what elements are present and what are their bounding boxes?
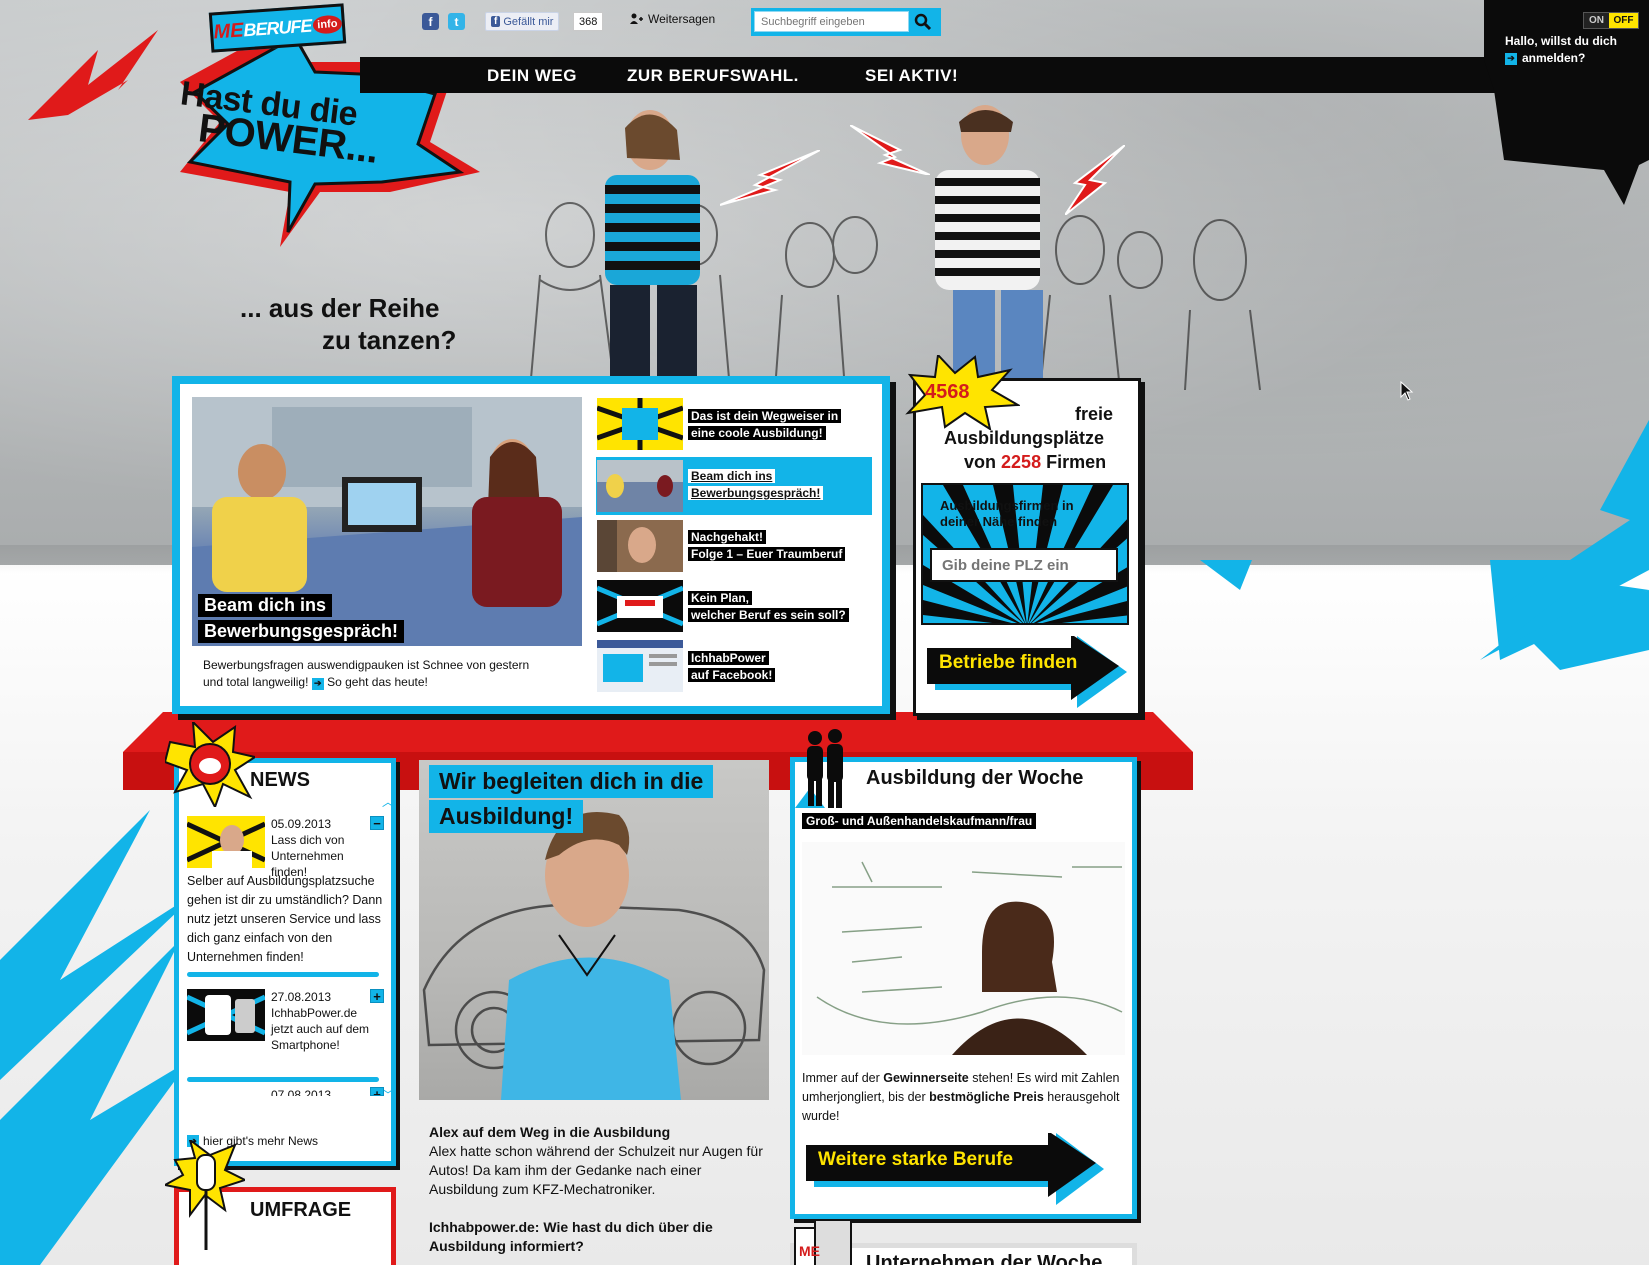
news-divider xyxy=(187,1077,379,1082)
arrow-right-icon: ➔ xyxy=(1505,52,1517,65)
feature-thumb-bewerbung[interactable] xyxy=(597,460,683,512)
feature-link-nachgehakt[interactable]: Nachgehakt! Folge 1 – Euer Traumberuf xyxy=(688,529,846,563)
feature-link-facebook[interactable]: IchhabPower auf Facebook! xyxy=(688,650,776,684)
red-bolt-icon xyxy=(1065,145,1125,215)
news-date: 27.08.2013 xyxy=(271,990,332,1004)
free-places-label-3: von 2258 Firmen xyxy=(964,452,1107,472)
like-count: 368 xyxy=(573,12,604,31)
feature-thumb-nachgehakt[interactable] xyxy=(597,520,683,572)
company-title: Unternehmen der Woche xyxy=(866,1252,1103,1265)
arrow-right-icon: ➔ xyxy=(311,677,324,690)
whiteboard-photo xyxy=(816,861,1123,1055)
facebook-logo-icon: f xyxy=(491,16,501,27)
news-divider xyxy=(187,972,379,977)
mid-article-text: Alex hatte schon während der Schulzeit n… xyxy=(429,1143,763,1197)
news-expand-button[interactable]: + xyxy=(370,989,384,1003)
hero-subline-2: zu tanzen? xyxy=(322,325,457,355)
news-item-3[interactable]: 07.08.2013 xyxy=(271,1087,331,1096)
mid-article-question: Ichhabpower.de: Wie hast du dich über di… xyxy=(429,1219,713,1254)
red-bolt-icon xyxy=(720,150,820,206)
news-megaphone-icon xyxy=(165,722,255,807)
feature-link-wegweiser[interactable]: Das ist dein Wegweiser in eine coole Aus… xyxy=(688,408,842,442)
login-link[interactable]: ➔ anmelden? xyxy=(1505,50,1635,67)
microphone-icon xyxy=(165,1140,245,1250)
company-building-icon: ME xyxy=(794,1220,852,1265)
login-prompt: Hallo, willst du dich ➔ anmelden? xyxy=(1505,33,1635,67)
free-places-label-1: freie xyxy=(1075,404,1114,424)
login-toggle[interactable]: ON OFF xyxy=(1583,12,1639,29)
feature-link-bewerbung[interactable]: Beam dich ins Bewerbungsgespräch! xyxy=(688,468,824,502)
news-collapse-button[interactable]: − xyxy=(370,816,384,830)
nav-zur-berufswahl[interactable]: ZUR BERUFSWAHL. xyxy=(627,66,799,86)
company-count: 2258 xyxy=(1001,452,1042,472)
news-title: NEWS xyxy=(250,769,310,791)
news-thumb-1[interactable] xyxy=(187,816,265,868)
login-bubble xyxy=(1484,0,1649,205)
plz-finder-title: Ausbildungsfirmen in deiner Nähe finden xyxy=(940,498,1074,529)
nav-dein-weg[interactable]: DEIN WEG xyxy=(487,66,577,86)
decorative-bolt-right xyxy=(1480,420,1649,660)
facebook-icon[interactable]: f xyxy=(422,13,439,30)
weitere-berufe-button[interactable]: Weitere starke Berufe xyxy=(806,1131,1106,1210)
feature-link-kein-plan[interactable]: Kein Plan, welcher Beruf es sein soll? xyxy=(688,590,849,624)
mid-heading-line2: Ausbildung! xyxy=(429,800,584,833)
red-bolt-icon xyxy=(850,125,930,175)
hero-subline-1: ... aus der Reihe xyxy=(240,293,440,323)
week-title: Ausbildung der Woche xyxy=(866,767,1084,789)
svg-text:ME: ME xyxy=(799,1243,820,1259)
week-description: Immer auf der Gewinnerseite stehen! Es w… xyxy=(802,1071,1120,1123)
nav-sei-aktiv[interactable]: SEI AKTIV! xyxy=(865,66,958,86)
search-input[interactable] xyxy=(754,11,909,32)
feature-description: Bewerbungsfragen auswendigpauken ist Sch… xyxy=(203,658,530,690)
feature-caption-line1: Beam dich ins xyxy=(198,594,333,617)
news-body: Selber auf Ausbildungsplatzsuche gehen i… xyxy=(187,874,383,964)
news-date: 05.09.2013 xyxy=(271,817,332,831)
plz-input[interactable] xyxy=(930,548,1118,582)
news-date: 07.08.2013 xyxy=(271,1088,332,1096)
people-silhouette-icon xyxy=(795,729,843,808)
facebook-like-button[interactable]: f Gefällt mir xyxy=(485,12,560,31)
free-places-label-2: Ausbildungsplätze xyxy=(944,428,1105,448)
news-thumb-2[interactable] xyxy=(187,989,265,1041)
feature-desc-link[interactable]: So geht das heute! xyxy=(327,675,428,689)
news-item-1[interactable]: 05.09.2013 Lass dich von Unternehmen fin… xyxy=(271,816,361,880)
news-headline: IchhabPower.de jetzt auch auf dem Smartp… xyxy=(271,1006,370,1052)
feature-thumb-kein-plan[interactable] xyxy=(597,580,683,632)
week-job-title[interactable]: Groß- und Außenhandelskaufmann/frau xyxy=(802,813,1037,829)
week-image[interactable] xyxy=(802,842,1125,1055)
main-nav: DEIN WEG ZUR BERUFSWAHL. SEI AKTIV! xyxy=(360,57,1500,93)
mid-article-title[interactable]: Alex auf dem Weg in die Ausbildung xyxy=(429,1124,670,1140)
mid-heading-line1: Wir begleiten dich in die xyxy=(429,765,714,798)
news-item-2[interactable]: 27.08.2013 IchhabPower.de jetzt auch auf… xyxy=(271,989,371,1053)
search-bar xyxy=(751,8,941,36)
scroll-up-icon[interactable]: ︿ xyxy=(382,793,394,810)
news-expand-button[interactable]: + xyxy=(370,1087,384,1096)
search-button[interactable] xyxy=(909,11,937,33)
free-places-count: 4568 xyxy=(925,381,970,403)
feature-thumb-facebook[interactable] xyxy=(597,640,683,692)
betriebe-finden-button[interactable]: Betriebe finden xyxy=(927,634,1127,713)
red-bolt-left xyxy=(28,30,158,120)
search-icon xyxy=(914,13,932,31)
feature-thumb-wegweiser[interactable] xyxy=(597,398,683,450)
share-link[interactable]: Weitersagen xyxy=(630,12,715,26)
feature-caption-line2: Bewerbungsgespräch! xyxy=(198,620,405,643)
umfrage-title: UMFRAGE xyxy=(250,1199,352,1221)
twitter-icon[interactable]: t xyxy=(448,13,465,30)
mouse-cursor-icon xyxy=(1400,381,1414,401)
share-user-icon xyxy=(630,13,643,24)
